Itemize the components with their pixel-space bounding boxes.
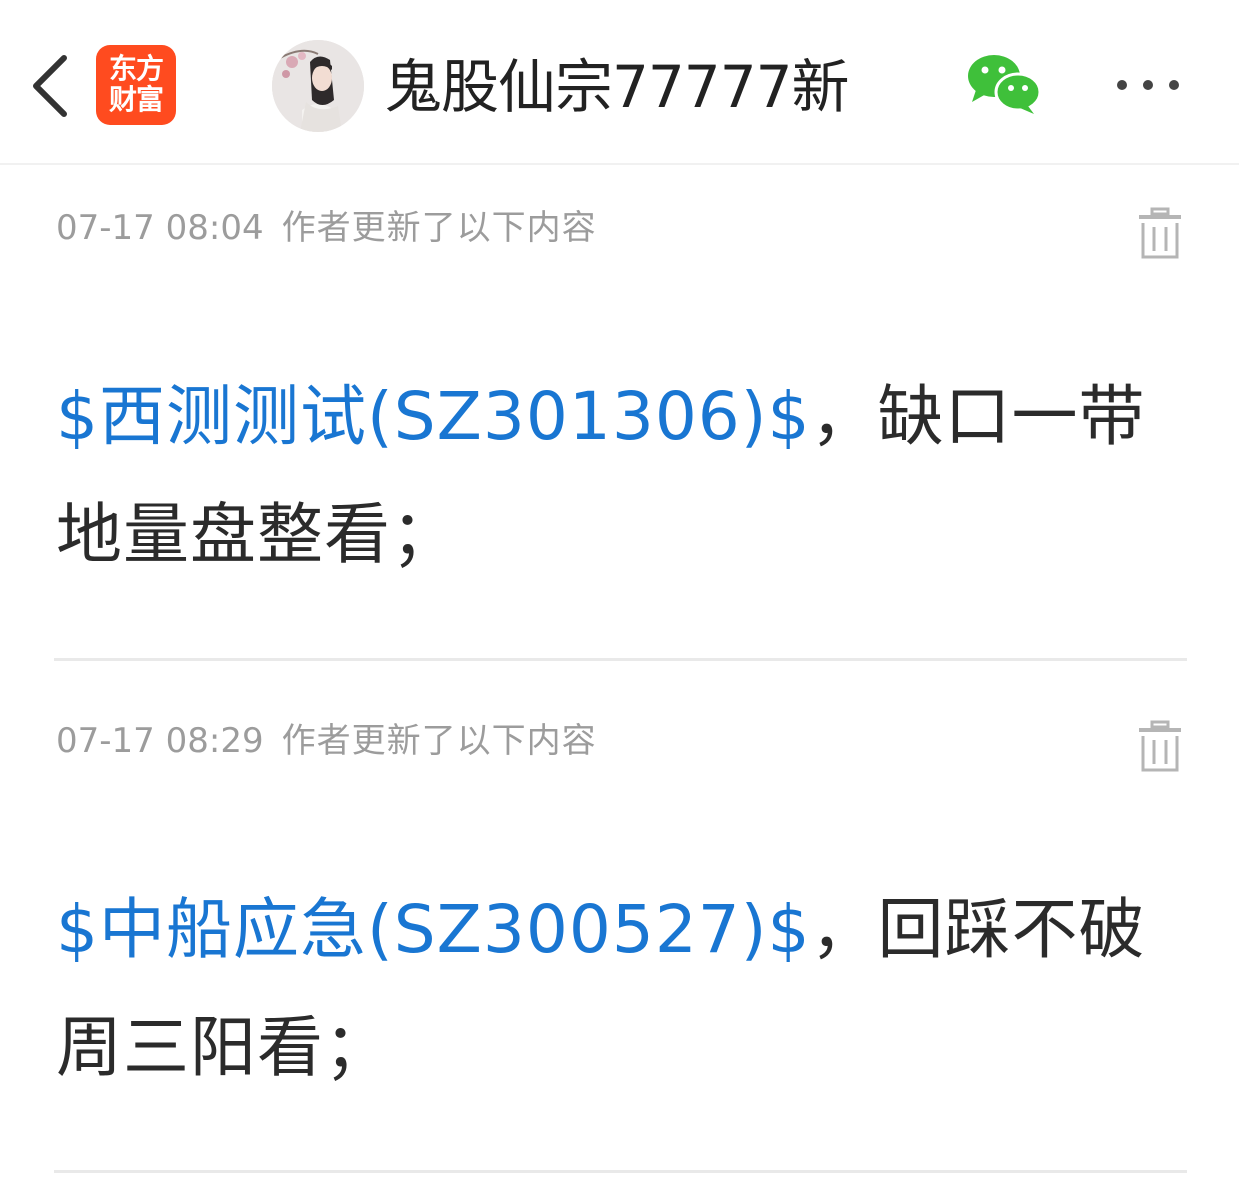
update-time: 07-17 08:29 bbox=[56, 721, 264, 761]
update-meta: 07-17 08:04 作者更新了以下内容 bbox=[56, 205, 597, 251]
update-text: $西测测试(SZ301306)$，缺口一带地量盘整看； bbox=[56, 358, 1196, 594]
divider bbox=[54, 1170, 1187, 1173]
more-dots-icon bbox=[1117, 80, 1179, 90]
app-logo[interactable]: 东方 财富 bbox=[96, 45, 176, 125]
update-time: 07-17 08:04 bbox=[56, 208, 264, 248]
delete-button[interactable] bbox=[1136, 207, 1184, 261]
avatar[interactable] bbox=[272, 40, 364, 132]
app-logo-line1: 东方 bbox=[108, 52, 164, 85]
update-note: 作者更新了以下内容 bbox=[281, 721, 597, 761]
stock-link[interactable]: $中船应急(SZ300527)$ bbox=[56, 891, 811, 968]
wechat-share-button[interactable] bbox=[964, 52, 1044, 116]
update-note: 作者更新了以下内容 bbox=[281, 208, 597, 248]
wechat-icon bbox=[968, 55, 1042, 114]
divider bbox=[54, 658, 1187, 661]
update-page: 东方 财富 鬼股仙宗77777新 07-17 08:04 作者更新了以下内容 $… bbox=[0, 0, 1239, 1202]
more-button[interactable] bbox=[1110, 70, 1186, 100]
avatar-image bbox=[272, 40, 364, 132]
update-meta: 07-17 08:29 作者更新了以下内容 bbox=[56, 718, 597, 764]
trash-icon bbox=[1139, 720, 1181, 772]
delete-button[interactable] bbox=[1136, 720, 1184, 774]
update-text: $中船应急(SZ300527)$，回踩不破周三阳看； bbox=[56, 871, 1196, 1107]
stock-link[interactable]: $西测测试(SZ301306)$ bbox=[56, 378, 811, 455]
author-name[interactable]: 鬼股仙宗77777新 bbox=[384, 52, 850, 122]
trash-icon bbox=[1139, 207, 1181, 259]
back-button[interactable] bbox=[22, 50, 82, 120]
header-bar: 东方 财富 鬼股仙宗77777新 bbox=[0, 0, 1239, 165]
app-logo-line2: 财富 bbox=[108, 83, 164, 116]
chevron-left-icon bbox=[33, 55, 67, 117]
